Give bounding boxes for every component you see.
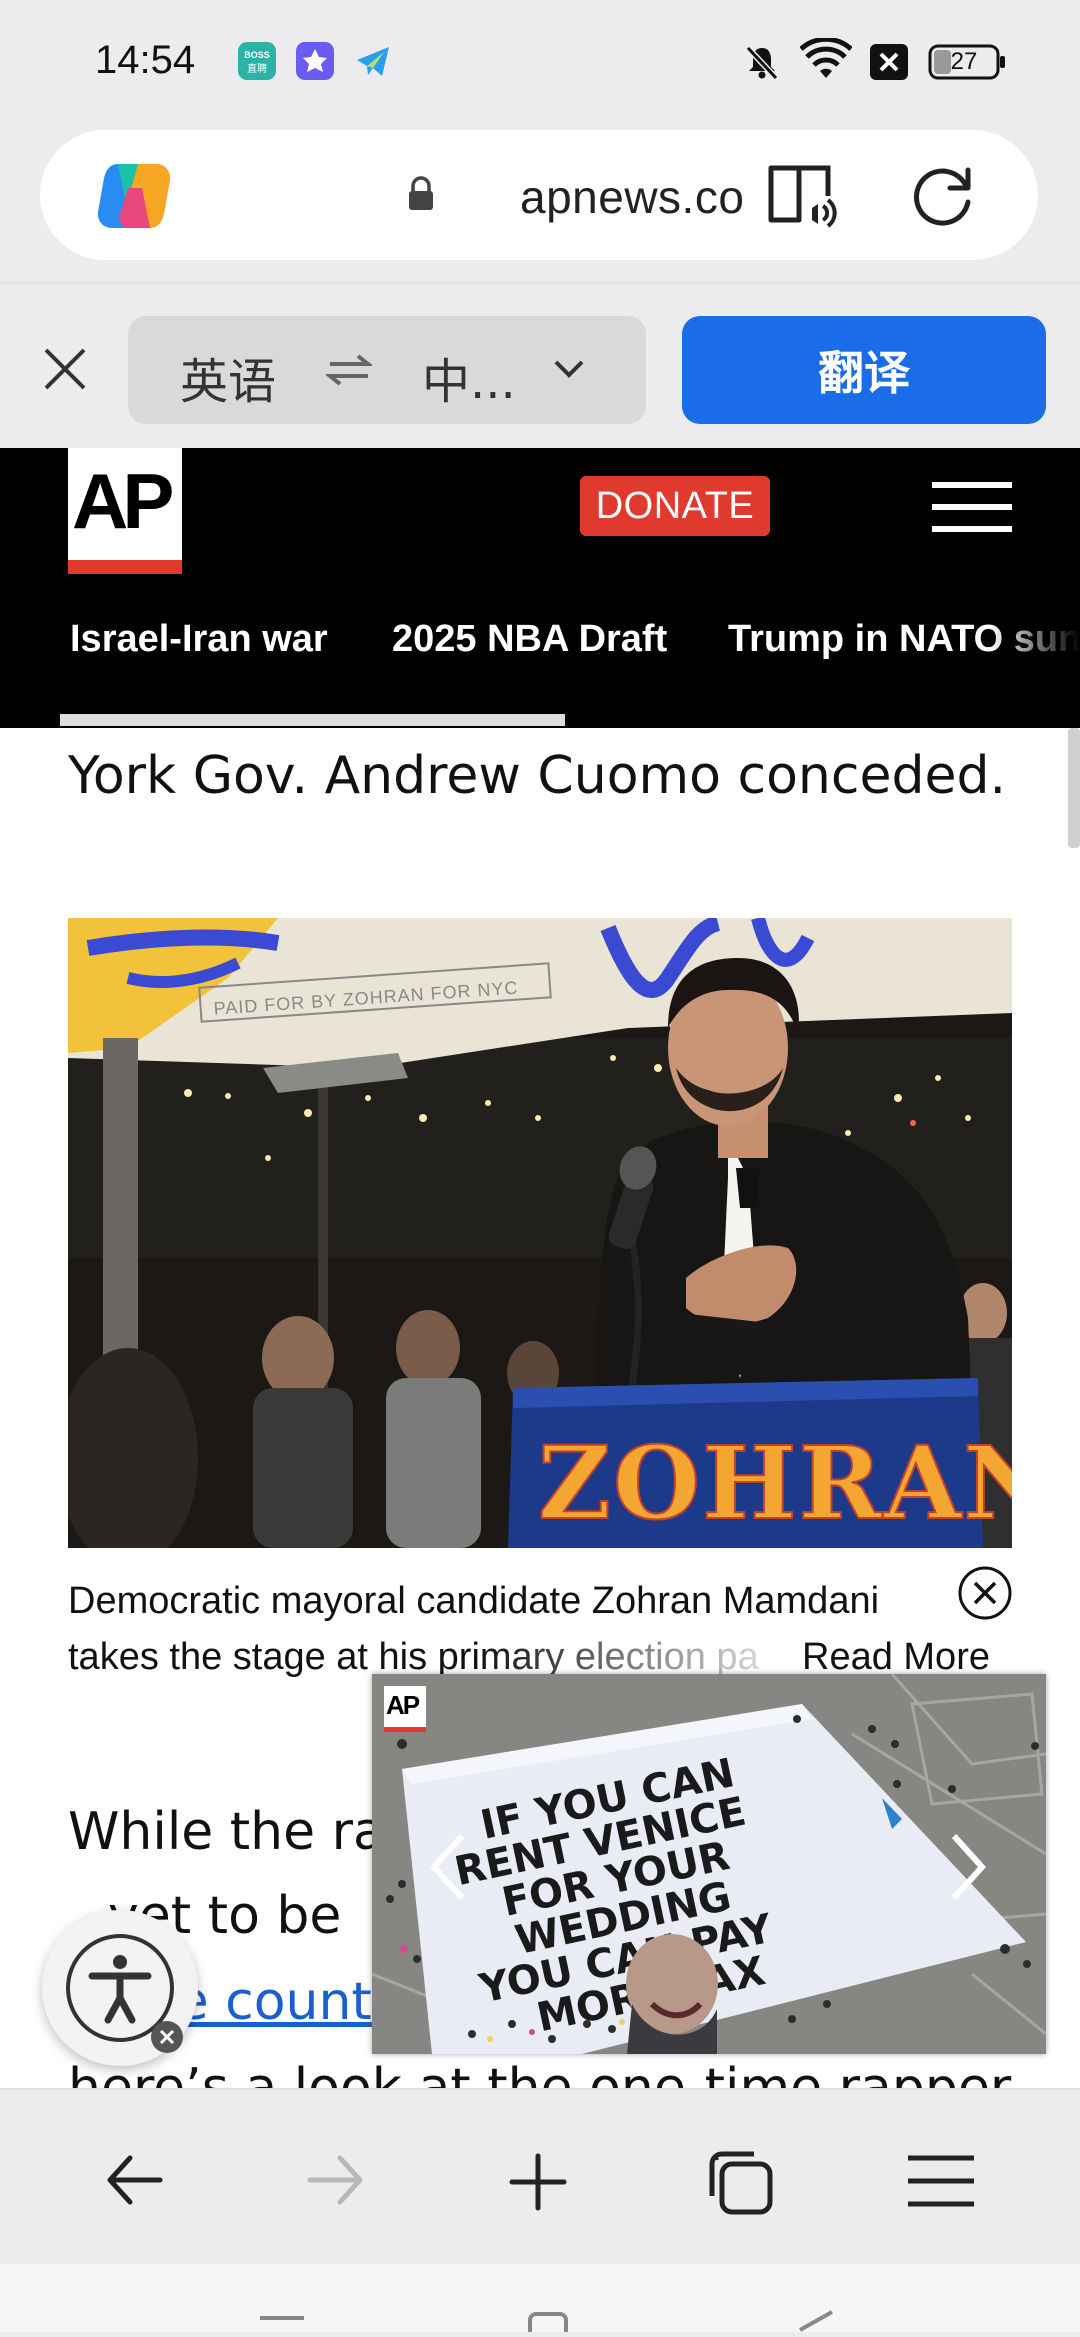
- photo-caption-line: Democratic mayoral candidate Zohran Mamd…: [68, 1580, 880, 1622]
- video-next-icon[interactable]: [948, 1832, 988, 1907]
- telegram-icon: [354, 42, 392, 80]
- scrollbar[interactable]: [1068, 728, 1080, 848]
- close-accessibility-icon[interactable]: [150, 2020, 184, 2059]
- read-more-link[interactable]: Read More: [802, 1636, 990, 1679]
- target-language[interactable]: 中...: [422, 342, 516, 412]
- x-icon: [870, 44, 908, 85]
- browser-toolbar: [0, 2088, 1080, 2264]
- chevron-down-icon[interactable]: [552, 358, 586, 387]
- ap-logo-text: AP: [72, 457, 174, 545]
- ap-logo[interactable]: AP: [68, 448, 182, 574]
- address-bar[interactable]: apnews.co: [40, 130, 1038, 260]
- source-language[interactable]: 英语: [180, 342, 276, 412]
- language-selector[interactable]: 英语 中...: [128, 316, 646, 424]
- recents-icon[interactable]: [258, 2312, 306, 2337]
- menu-icon[interactable]: [930, 478, 1014, 543]
- wifi-icon: [799, 36, 853, 89]
- video-ap-badge-text: AP: [386, 1690, 420, 1720]
- donate-button[interactable]: DONATE: [580, 476, 770, 536]
- svg-text:BOSS: BOSS: [244, 50, 270, 60]
- translate-button[interactable]: 翻译: [682, 316, 1046, 424]
- article-photo[interactable]: PAID FOR BY ZOHRAN FOR NYC ZOHRAN: [68, 918, 1012, 1548]
- new-tab-icon[interactable]: [508, 2152, 568, 2217]
- video-ap-badge: AP: [384, 1686, 426, 1732]
- nav-tab-israel-iran-war[interactable]: Israel-Iran war: [70, 618, 328, 661]
- refresh-icon[interactable]: [910, 162, 976, 233]
- battery-icon: 27: [928, 42, 1008, 82]
- nav-tab-nba-draft[interactable]: 2025 NBA Draft: [392, 618, 667, 661]
- system-back-icon[interactable]: [796, 2310, 836, 2337]
- boss-app-icon: BOSS 直聘: [238, 42, 276, 80]
- article-text-line: here’s a look at the one-time rapper: [68, 2058, 1012, 2088]
- battery-level: 27: [950, 48, 978, 75]
- nav-fade: [990, 598, 1080, 698]
- video-player[interactable]: IF YOU CAN RENT VENICE FOR YOUR WEDDING …: [372, 1674, 1046, 2054]
- close-icon[interactable]: [40, 344, 90, 399]
- close-popup-icon[interactable]: [956, 1564, 1014, 1627]
- forward-icon[interactable]: [304, 2152, 366, 2213]
- video-ap-badge-bar: [384, 1727, 426, 1732]
- accessibility-button[interactable]: [42, 1910, 198, 2066]
- site-header: AP DONATE Israel-Iran war 2025 NBA Draft…: [0, 448, 1080, 728]
- clock: 14:54: [95, 38, 196, 82]
- copilot-icon[interactable]: [96, 160, 172, 237]
- video-prev-icon[interactable]: [428, 1832, 468, 1907]
- ap-logo-bar: [68, 560, 182, 574]
- svg-text:直聘: 直聘: [247, 62, 267, 75]
- menu-icon[interactable]: [906, 2154, 976, 2213]
- podium-sign-text: ZOHRAN: [538, 1424, 1012, 1542]
- url-text[interactable]: apnews.co: [522, 170, 744, 224]
- system-nav-bar: [0, 2264, 1080, 2332]
- article-text-line: York Gov. Andrew Cuomo conceded.: [68, 746, 1006, 806]
- reader-mode-icon[interactable]: [766, 160, 842, 235]
- status-bar: 14:54 BOSS 直聘 27: [0, 0, 1080, 126]
- article-text-line: While the rac: [68, 1802, 414, 1862]
- translate-bar: 英语 中... 翻译: [0, 282, 1080, 448]
- lock-icon: [406, 176, 436, 217]
- home-icon[interactable]: [526, 2312, 570, 2337]
- swap-icon[interactable]: [324, 350, 374, 395]
- back-icon[interactable]: [104, 2152, 166, 2213]
- tabs-icon[interactable]: [704, 2146, 776, 2223]
- active-tab-indicator: [60, 714, 565, 726]
- gallery-app-icon: [296, 42, 334, 80]
- mute-icon: [742, 42, 782, 87]
